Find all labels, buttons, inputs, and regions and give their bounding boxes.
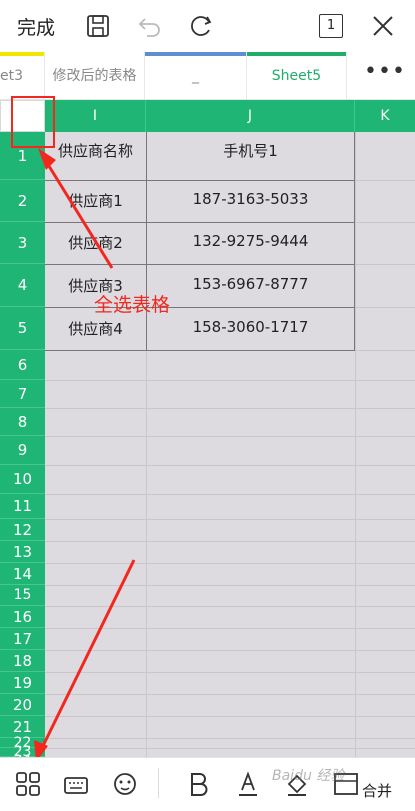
- table-cell-phone[interactable]: 153-6967-8777: [146, 275, 355, 293]
- baidu-watermark: Baidu 经验: [272, 768, 345, 784]
- bottom-toolbar: [0, 757, 415, 811]
- table-cell-supplier[interactable]: 供应商4: [45, 318, 146, 339]
- table-cell-supplier[interactable]: 供应商2: [45, 232, 146, 253]
- sheet-tabs: et3 修改后的表格 _ Sheet5: [0, 52, 415, 100]
- sheet-grid[interactable]: [45, 132, 415, 757]
- font-color-icon[interactable]: [234, 770, 262, 798]
- row-header-2[interactable]: 2: [0, 180, 45, 222]
- tab-sheet5[interactable]: Sheet5: [247, 52, 347, 100]
- table-cell-supplier[interactable]: 供应商1: [45, 190, 146, 211]
- more-options-button[interactable]: •••: [355, 52, 415, 100]
- row-header-5[interactable]: 5: [0, 307, 45, 350]
- merge-label[interactable]: 合并: [362, 780, 392, 801]
- top-toolbar: 完成 1: [0, 0, 415, 52]
- sheet-count-icon[interactable]: 1: [319, 14, 343, 38]
- row-header-10[interactable]: 10: [0, 465, 45, 494]
- row-header-4[interactable]: 4: [0, 264, 45, 307]
- column-header-j[interactable]: J: [146, 100, 355, 132]
- highlight-select-all: [11, 96, 55, 148]
- apps-grid-icon[interactable]: [14, 770, 42, 798]
- row-header-7[interactable]: 7: [0, 380, 45, 408]
- row-header-15[interactable]: 15: [0, 585, 45, 606]
- save-icon[interactable]: [84, 12, 112, 40]
- table-cell-phone[interactable]: 132-9275-9444: [146, 232, 355, 250]
- table-header-phone[interactable]: 手机号1: [146, 140, 355, 161]
- row-header-8[interactable]: 8: [0, 408, 45, 436]
- row-header-18[interactable]: 18: [0, 650, 45, 672]
- table-cell-phone[interactable]: 158-3060-1717: [146, 318, 355, 336]
- row-header-20[interactable]: 20: [0, 694, 45, 716]
- row-header-17[interactable]: 17: [0, 628, 45, 650]
- row-header-14[interactable]: 14: [0, 563, 45, 585]
- row-header-9[interactable]: 9: [0, 436, 45, 465]
- row-header-6[interactable]: 6: [0, 350, 45, 380]
- column-header-k[interactable]: K: [355, 100, 415, 132]
- bold-icon[interactable]: [185, 770, 213, 798]
- table-cell-phone[interactable]: 187-3163-5033: [146, 190, 355, 208]
- annotation-select-all-text: 全选表格: [94, 294, 171, 316]
- row-header-3[interactable]: 3: [0, 222, 45, 264]
- table-header-supplier[interactable]: 供应商名称: [45, 140, 146, 161]
- undo-icon[interactable]: [136, 12, 164, 40]
- emoji-icon[interactable]: [111, 770, 139, 798]
- row-header-12[interactable]: 12: [0, 519, 45, 541]
- redo-icon[interactable]: [187, 12, 215, 40]
- row-header-16[interactable]: 16: [0, 606, 45, 628]
- row-header-13[interactable]: 13: [0, 541, 45, 563]
- tab-sheet3[interactable]: et3: [0, 52, 45, 100]
- row-header-19[interactable]: 19: [0, 672, 45, 694]
- close-icon[interactable]: [369, 12, 397, 40]
- keyboard-icon[interactable]: [62, 770, 90, 798]
- tab-blank[interactable]: _: [145, 52, 247, 100]
- done-button[interactable]: 完成: [17, 13, 55, 40]
- row-header-11[interactable]: 11: [0, 494, 45, 519]
- tab-modified-table[interactable]: 修改后的表格: [45, 52, 145, 100]
- column-header-i[interactable]: I: [45, 100, 146, 132]
